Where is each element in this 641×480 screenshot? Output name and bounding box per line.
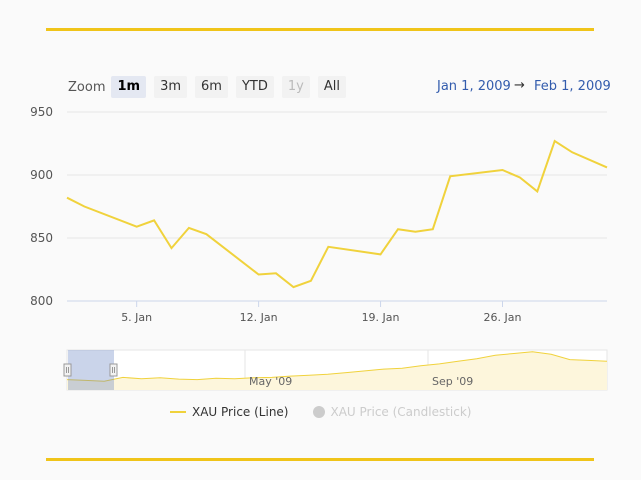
range-from-date[interactable]: Jan 1, 2009 [437,79,511,94]
zoom-label: Zoom [68,79,106,95]
x-tick-label: 5. Jan [121,311,152,324]
price-chart[interactable]: 800 850 900 950 5. Jan 12. Jan 19. Jan 26. Jan [0,0,641,340]
y-tick-label: 950 [30,105,53,119]
y-tick-label: 800 [30,294,53,308]
range-arrow: → [514,78,525,93]
zoom-6m-button[interactable]: 6m [195,76,228,98]
line-series-swatch [170,411,186,413]
price-line[interactable] [66,139,608,289]
x-tick-label: 12. Jan [240,311,278,324]
legend-item-line[interactable]: XAU Price (Line) [170,405,289,419]
top-accent-rule [46,28,594,31]
zoom-3m-button[interactable]: 3m [154,76,188,98]
navigator-label-may: May '09 [249,375,292,388]
candlestick-series-swatch [312,406,325,418]
navigator[interactable]: May '09 Sep '09 [0,340,641,400]
zoom-1y-button: 1y [281,76,310,98]
navigator-label-sep: Sep '09 [432,375,473,388]
y-tick-label: 900 [30,168,53,182]
navigator-right-handle[interactable] [109,363,118,377]
legend-item-candlestick[interactable]: XAU Price (Candlestick) [312,405,472,419]
zoom-ytd-button[interactable]: YTD [235,76,274,98]
navigator-selection[interactable] [68,350,114,390]
zoom-1m-button[interactable]: 1m [111,76,147,98]
y-tick-label: 850 [30,231,53,245]
legend-label-candlestick: XAU Price (Candlestick) [330,405,472,419]
bottom-accent-rule [46,458,594,461]
x-tick-label: 26. Jan [484,311,522,324]
range-to-date[interactable]: Feb 1, 2009 [534,79,611,94]
x-tick-label: 19. Jan [362,311,400,324]
zoom-selector: Zoom 1m 3m 6m YTD 1y All [68,76,354,98]
legend-label-line: XAU Price (Line) [192,405,289,419]
chart-legend: XAU Price (Line) XAU Price (Candlestick) [170,405,496,419]
zoom-all-button[interactable]: All [317,76,346,98]
navigator-left-handle[interactable] [63,363,72,377]
